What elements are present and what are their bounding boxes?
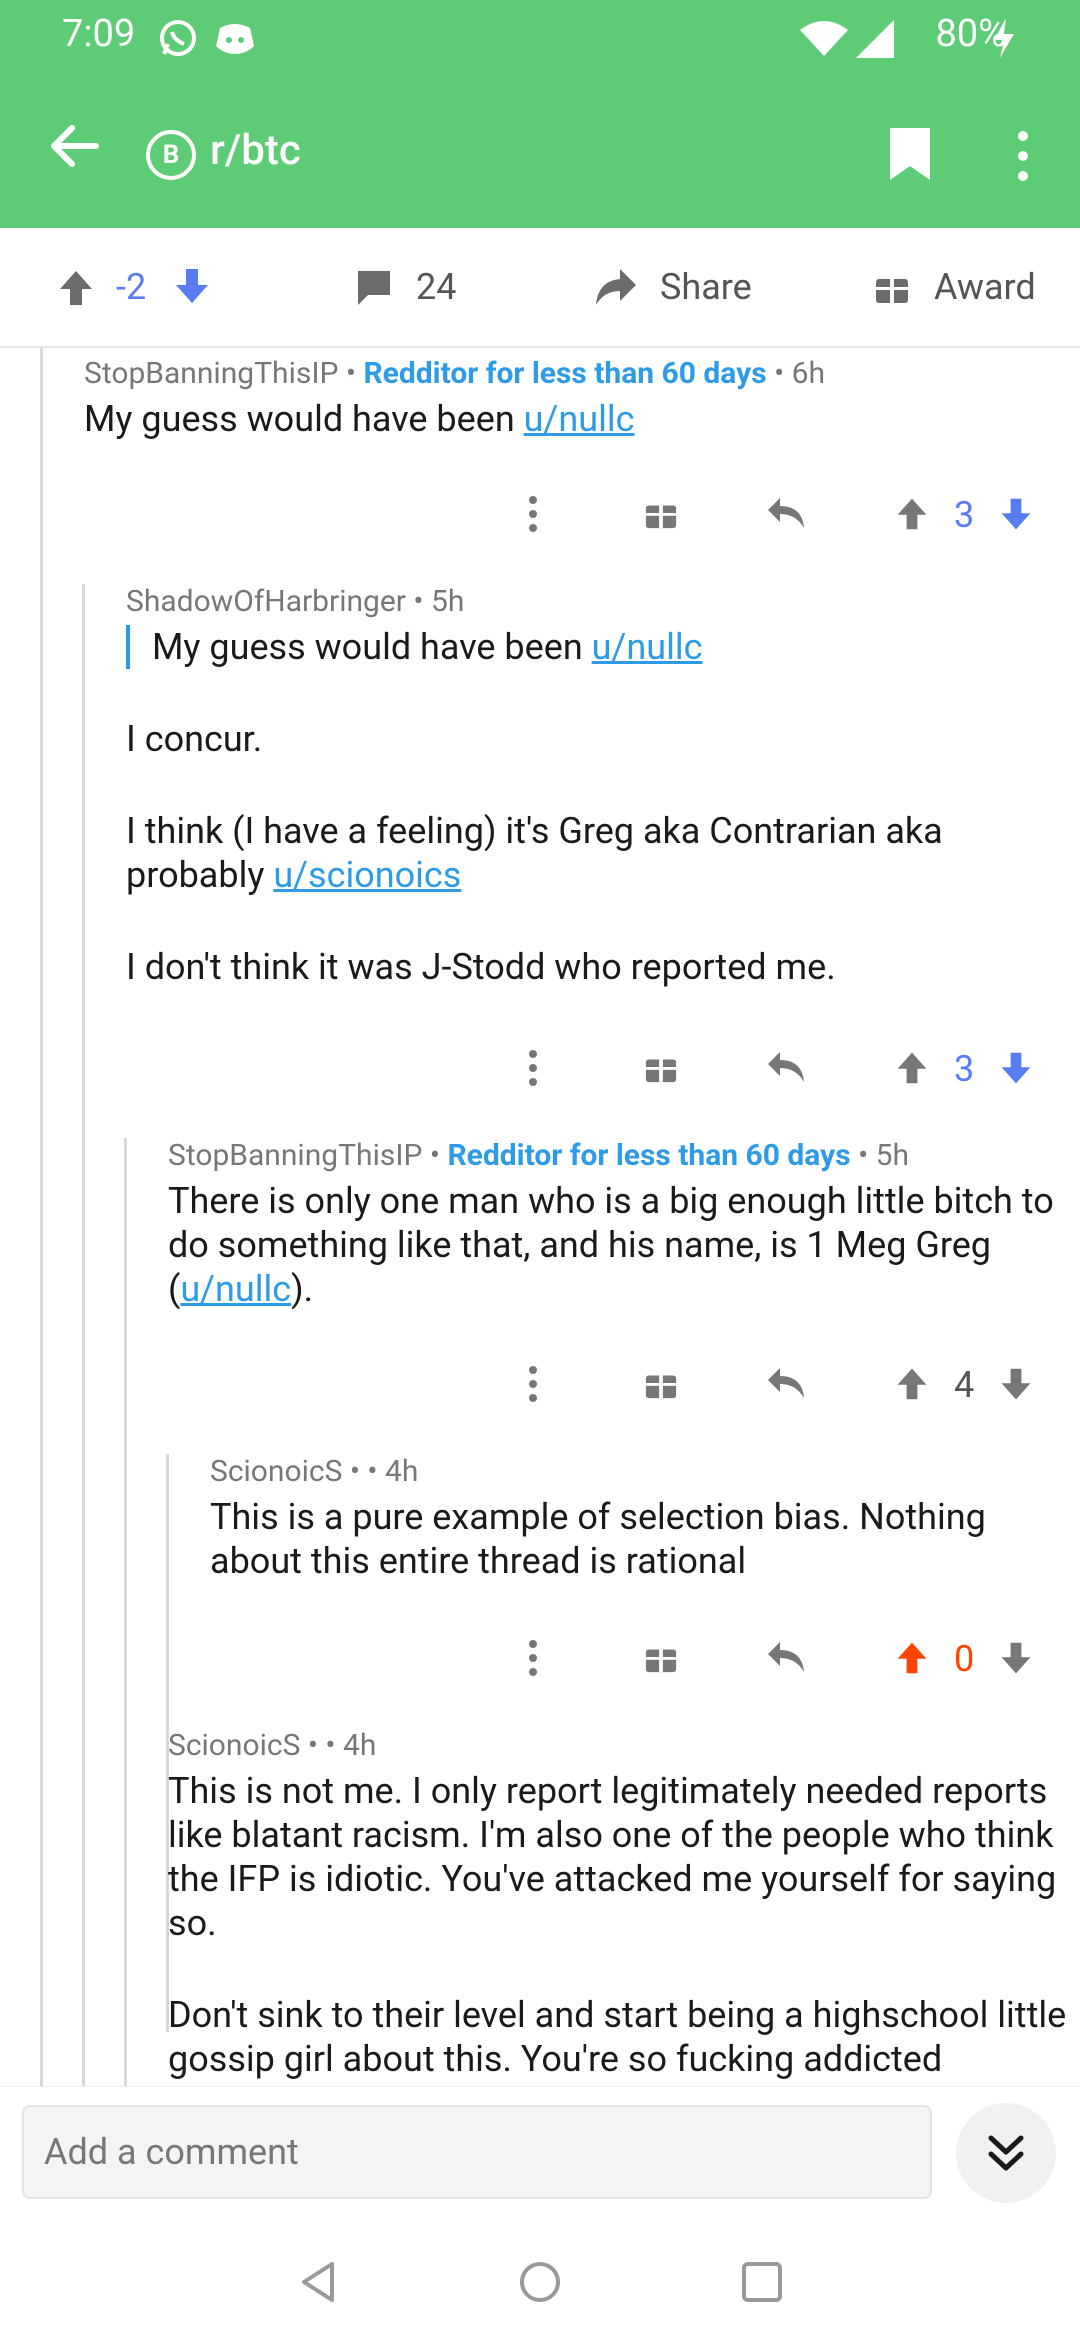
comment-controls: 4 xyxy=(0,1358,1080,1418)
comment-controls: 3 xyxy=(0,488,1080,548)
comment-meta: ScionoicS • • 4h xyxy=(210,1454,419,1489)
back-arrow-icon[interactable] xyxy=(46,118,102,178)
comments-icon[interactable] xyxy=(354,228,394,346)
user-flair: Redditor for less than 60 days xyxy=(447,1138,851,1173)
reply-icon[interactable] xyxy=(766,1366,806,1400)
more-options-icon[interactable] xyxy=(1010,128,1036,188)
comment-controls: 3 xyxy=(0,1042,1080,1102)
award-gift-icon[interactable] xyxy=(644,1640,678,1674)
comment-count[interactable]: 24 xyxy=(416,228,456,346)
comment-age: 4h xyxy=(343,1728,377,1763)
collapse-chevron-icon[interactable] xyxy=(956,2103,1056,2203)
award-label[interactable]: Award xyxy=(934,228,1036,346)
comment-body: This is not me. I only report legitimate… xyxy=(168,1770,1067,2080)
app-bar: B r/btc xyxy=(0,78,1080,228)
system-nav-bar xyxy=(0,2226,1080,2340)
upvote-icon[interactable] xyxy=(894,1364,930,1402)
discord-icon xyxy=(214,18,256,62)
share-label[interactable]: Share xyxy=(660,228,752,346)
comment-author[interactable]: ScionoicS xyxy=(168,1728,300,1763)
user-link[interactable]: u/nullc xyxy=(180,1268,291,1310)
comment-author[interactable]: StopBanningThisIP xyxy=(168,1138,422,1173)
comment-age: 5h xyxy=(875,1138,910,1173)
share-icon[interactable] xyxy=(594,228,638,346)
comment-body: My guess would have been u/nullc xyxy=(84,398,635,440)
comment-score: 3 xyxy=(954,1048,975,1090)
downvote-icon[interactable] xyxy=(998,1050,1034,1088)
comment-body: My guess would have been u/nullc I concu… xyxy=(126,625,1026,989)
comment: ScionoicS • • 4h This is not me. I only … xyxy=(168,1728,1080,2086)
comment-composer: Add a comment xyxy=(0,2086,1080,2227)
comment: StopBanningThisIP • Redditor for less th… xyxy=(168,1138,1080,1311)
subreddit-bitcoin-icon: B xyxy=(146,130,196,180)
reply-icon[interactable] xyxy=(766,1050,806,1084)
add-comment-input[interactable]: Add a comment xyxy=(22,2105,932,2199)
comment-score: 4 xyxy=(954,1364,975,1406)
award-gift-icon[interactable] xyxy=(644,496,678,530)
comment-meta: StopBanningThisIP • Redditor for less th… xyxy=(168,1138,910,1173)
thread-line[interactable] xyxy=(124,1138,127,2086)
user-link[interactable]: u/scionoics xyxy=(273,854,461,896)
user-link[interactable]: u/nullc xyxy=(592,626,703,668)
reply-icon[interactable] xyxy=(766,1640,806,1674)
user-flair: Redditor for less than 60 days xyxy=(363,356,767,391)
thread-line[interactable] xyxy=(82,584,85,2086)
comment-score: 0 xyxy=(954,1638,975,1680)
post-action-bar: -2 24 Share Award xyxy=(0,228,1080,348)
thread-line[interactable] xyxy=(40,348,43,2086)
signal-icon xyxy=(856,20,894,62)
more-options-icon[interactable] xyxy=(526,1048,540,1088)
comment-age: 5h xyxy=(431,584,465,619)
award-gift-icon[interactable] xyxy=(644,1050,678,1084)
bookmark-icon[interactable] xyxy=(888,126,932,186)
comment-author[interactable]: ShadowOfHarbringer xyxy=(126,584,406,619)
comment: StopBanningThisIP • Redditor for less th… xyxy=(84,356,1080,441)
comment: ShadowOfHarbringer • 5h My guess would h… xyxy=(126,584,1080,1037)
comment-age: 4h xyxy=(385,1454,419,1489)
comment-body: There is only one man who is a big enoug… xyxy=(168,1180,1054,1310)
downvote-icon[interactable] xyxy=(998,496,1034,534)
comment-author[interactable]: StopBanningThisIP xyxy=(84,356,338,391)
more-options-icon[interactable] xyxy=(526,1364,540,1404)
reply-icon[interactable] xyxy=(766,496,806,530)
more-options-icon[interactable] xyxy=(526,1638,540,1678)
post-score: -2 xyxy=(116,266,147,308)
award-gift-icon[interactable] xyxy=(644,1366,678,1400)
downvote-icon[interactable] xyxy=(998,1640,1034,1678)
status-bar: 7:09 80% xyxy=(0,0,1080,78)
upvote-icon[interactable] xyxy=(894,1048,930,1086)
nav-back-icon[interactable] xyxy=(296,2260,340,2308)
status-time: 7:09 xyxy=(62,12,136,56)
wifi-icon xyxy=(800,20,848,62)
upvote-icon[interactable] xyxy=(894,1638,930,1676)
post-upvote-icon[interactable] xyxy=(56,228,96,346)
comment-controls: 0 xyxy=(0,1632,1080,1692)
comment-thread[interactable]: StopBanningThisIP • Redditor for less th… xyxy=(0,348,1080,2086)
subreddit-title[interactable]: r/btc xyxy=(210,126,301,175)
nav-recents-icon[interactable] xyxy=(740,2260,784,2308)
comment-age: 6h xyxy=(791,356,826,391)
upvote-icon[interactable] xyxy=(894,494,930,532)
nav-home-icon[interactable] xyxy=(518,2260,562,2308)
comment-body: This is a pure example of selection bias… xyxy=(210,1496,986,1582)
charging-icon xyxy=(992,18,1016,62)
whatsapp-icon xyxy=(158,18,198,62)
user-link[interactable]: u/nullc xyxy=(524,398,635,440)
downvote-icon[interactable] xyxy=(998,1366,1034,1404)
comment: ScionoicS • • 4h This is a pure example … xyxy=(210,1454,1080,1583)
comment-meta: StopBanningThisIP • Redditor for less th… xyxy=(84,356,826,391)
more-options-icon[interactable] xyxy=(526,494,540,534)
blockquote: My guess would have been u/nullc xyxy=(126,625,1026,669)
comment-author[interactable]: ScionoicS xyxy=(210,1454,342,1489)
award-gift-icon[interactable] xyxy=(874,228,910,346)
post-downvote-icon[interactable] xyxy=(172,228,212,346)
comment-meta: ScionoicS • • 4h xyxy=(168,1728,377,1763)
comment-score: 3 xyxy=(954,494,975,536)
comment-meta: ShadowOfHarbringer • 5h xyxy=(126,584,465,619)
